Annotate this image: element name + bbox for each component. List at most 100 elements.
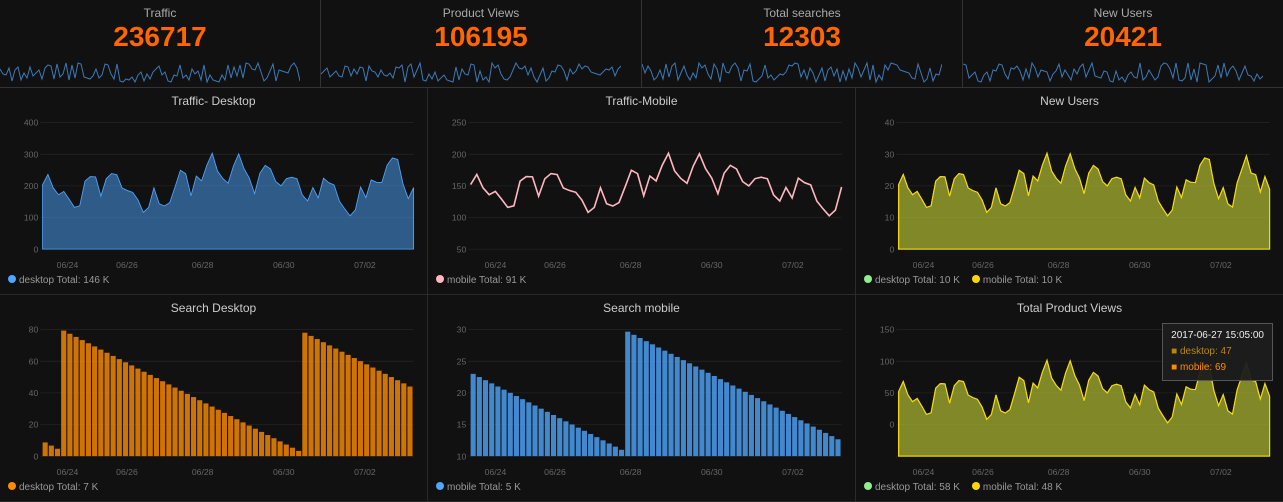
svg-text:06/28: 06/28 bbox=[620, 467, 642, 477]
svg-text:50: 50 bbox=[457, 244, 467, 254]
svg-text:10: 10 bbox=[457, 452, 467, 462]
legend-item-total-product-views-0: desktop Total: 58 K bbox=[864, 482, 960, 493]
stat-value-product-views: 106195 bbox=[331, 22, 631, 53]
chart-panel-traffic-mobile: Traffic-Mobile25020015010050006/2406/260… bbox=[428, 88, 856, 294]
svg-text:100: 100 bbox=[452, 213, 467, 223]
chart-title-search-desktop: Search Desktop bbox=[8, 301, 419, 315]
svg-text:150: 150 bbox=[452, 181, 467, 191]
svg-text:06/24: 06/24 bbox=[57, 260, 79, 270]
chart-title-traffic-mobile: Traffic-Mobile bbox=[436, 94, 847, 108]
svg-text:06/26: 06/26 bbox=[116, 467, 138, 477]
legend-item-new-users-chart-1: mobile Total: 10 K bbox=[972, 275, 1062, 286]
svg-text:07/02: 07/02 bbox=[354, 260, 376, 270]
svg-text:06/30: 06/30 bbox=[1129, 467, 1151, 477]
stat-label-total-searches: Total searches bbox=[652, 6, 952, 20]
svg-text:150: 150 bbox=[880, 325, 895, 335]
chart-title-search-mobile: Search mobile bbox=[436, 301, 847, 315]
chart-svg-search-mobile: 30252015105006/2406/2606/2806/3007/02 bbox=[436, 319, 847, 477]
tooltip-mobile: ■ mobile: 69 bbox=[1171, 360, 1264, 376]
svg-text:30: 30 bbox=[885, 149, 895, 159]
svg-text:07/02: 07/02 bbox=[354, 467, 376, 477]
svg-text:10: 10 bbox=[885, 213, 895, 223]
svg-text:06/30: 06/30 bbox=[1129, 260, 1151, 270]
svg-text:06/26: 06/26 bbox=[544, 467, 566, 477]
sparkline-new-users bbox=[963, 57, 1263, 87]
svg-text:30: 30 bbox=[457, 325, 467, 335]
svg-text:06/24: 06/24 bbox=[913, 467, 935, 477]
svg-text:20: 20 bbox=[29, 420, 39, 430]
svg-text:06/26: 06/26 bbox=[544, 260, 566, 270]
svg-text:200: 200 bbox=[452, 149, 467, 159]
tooltip-desktop: ■ desktop: 47 bbox=[1171, 344, 1264, 360]
stat-card-total-searches: Total searches 12303 bbox=[642, 0, 963, 87]
chart-legend-search-mobile: mobile Total: 5 K bbox=[436, 482, 847, 493]
chart-tooltip: 2017-06-27 15:05:00 ■ desktop: 47 ■ mobi… bbox=[1162, 323, 1273, 381]
svg-text:06/24: 06/24 bbox=[57, 467, 79, 477]
svg-text:07/02: 07/02 bbox=[782, 467, 804, 477]
chart-legend-traffic-desktop: desktop Total: 146 K bbox=[8, 275, 419, 286]
chart-panel-total-product-views: Total Product Views 2017-06-27 15:05:00 … bbox=[856, 295, 1283, 501]
svg-text:0: 0 bbox=[889, 420, 894, 430]
chart-svg-traffic-mobile: 25020015010050006/2406/2606/2806/3007/02 bbox=[436, 112, 847, 270]
chart-svg-search-desktop: 80604020006/2406/2606/2806/3007/02 bbox=[8, 319, 419, 477]
svg-text:0: 0 bbox=[33, 244, 38, 254]
sparkline-total-searches bbox=[642, 57, 942, 87]
svg-text:20: 20 bbox=[885, 181, 895, 191]
svg-text:06/24: 06/24 bbox=[485, 260, 507, 270]
charts-top-row: Traffic- Desktop400300200100006/2406/260… bbox=[0, 88, 1283, 295]
stat-card-product-views: Product Views 106195 bbox=[321, 0, 642, 87]
svg-text:50: 50 bbox=[885, 388, 895, 398]
svg-text:06/30: 06/30 bbox=[273, 260, 295, 270]
chart-title-total-product-views: Total Product Views bbox=[864, 301, 1275, 315]
svg-text:250: 250 bbox=[452, 118, 467, 128]
svg-text:100: 100 bbox=[24, 213, 39, 223]
stat-value-total-searches: 12303 bbox=[652, 22, 952, 53]
chart-svg-traffic-desktop: 400300200100006/2406/2606/2806/3007/02 bbox=[8, 112, 419, 270]
svg-text:20: 20 bbox=[457, 388, 467, 398]
svg-text:40: 40 bbox=[29, 388, 39, 398]
svg-text:06/28: 06/28 bbox=[1048, 467, 1070, 477]
chart-legend-search-desktop: desktop Total: 7 K bbox=[8, 482, 419, 493]
stat-value-new-users: 20421 bbox=[973, 22, 1273, 53]
sparkline-product-views bbox=[321, 57, 621, 87]
charts-area: Traffic- Desktop400300200100006/2406/260… bbox=[0, 88, 1283, 502]
svg-text:300: 300 bbox=[24, 149, 39, 159]
chart-svg-new-users-chart: 40302010006/2406/2606/2806/3007/02 bbox=[864, 112, 1275, 270]
chart-title-traffic-desktop: Traffic- Desktop bbox=[8, 94, 419, 108]
svg-text:100: 100 bbox=[880, 357, 895, 367]
svg-text:06/28: 06/28 bbox=[1048, 260, 1070, 270]
svg-text:06/24: 06/24 bbox=[485, 467, 507, 477]
legend-item-total-product-views-1: mobile Total: 48 K bbox=[972, 482, 1062, 493]
svg-text:06/30: 06/30 bbox=[701, 467, 723, 477]
sparkline-traffic bbox=[0, 57, 300, 87]
svg-text:07/02: 07/02 bbox=[1210, 467, 1232, 477]
stat-label-new-users: New Users bbox=[973, 6, 1273, 20]
chart-panel-new-users-chart: New Users40302010006/2406/2606/2806/3007… bbox=[856, 88, 1283, 294]
svg-text:06/28: 06/28 bbox=[192, 260, 214, 270]
chart-legend-new-users-chart: desktop Total: 10 K mobile Total: 10 K bbox=[864, 275, 1275, 286]
svg-text:0: 0 bbox=[33, 452, 38, 462]
stat-label-product-views: Product Views bbox=[331, 6, 631, 20]
chart-title-new-users-chart: New Users bbox=[864, 94, 1275, 108]
svg-text:15: 15 bbox=[457, 420, 467, 430]
svg-text:200: 200 bbox=[24, 181, 39, 191]
svg-text:25: 25 bbox=[457, 357, 467, 367]
chart-legend-total-product-views: desktop Total: 58 K mobile Total: 48 K bbox=[864, 482, 1275, 493]
stat-card-traffic: Traffic 236717 bbox=[0, 0, 321, 87]
svg-text:06/28: 06/28 bbox=[620, 260, 642, 270]
legend-item-search-mobile-0: mobile Total: 5 K bbox=[436, 482, 521, 493]
legend-item-new-users-chart-0: desktop Total: 10 K bbox=[864, 275, 960, 286]
legend-item-traffic-mobile-0: mobile Total: 91 K bbox=[436, 275, 526, 286]
svg-text:06/24: 06/24 bbox=[913, 260, 935, 270]
legend-item-search-desktop-0: desktop Total: 7 K bbox=[8, 482, 98, 493]
charts-bottom-row: Search Desktop80604020006/2406/2606/2806… bbox=[0, 295, 1283, 502]
svg-text:400: 400 bbox=[24, 118, 39, 128]
svg-text:07/02: 07/02 bbox=[782, 260, 804, 270]
stat-card-new-users: New Users 20421 bbox=[963, 0, 1283, 87]
svg-text:06/30: 06/30 bbox=[701, 260, 723, 270]
stat-value-traffic: 236717 bbox=[10, 22, 310, 53]
svg-text:06/26: 06/26 bbox=[972, 260, 994, 270]
svg-text:0: 0 bbox=[889, 244, 894, 254]
chart-panel-traffic-desktop: Traffic- Desktop400300200100006/2406/260… bbox=[0, 88, 428, 294]
stat-label-traffic: Traffic bbox=[10, 6, 310, 20]
